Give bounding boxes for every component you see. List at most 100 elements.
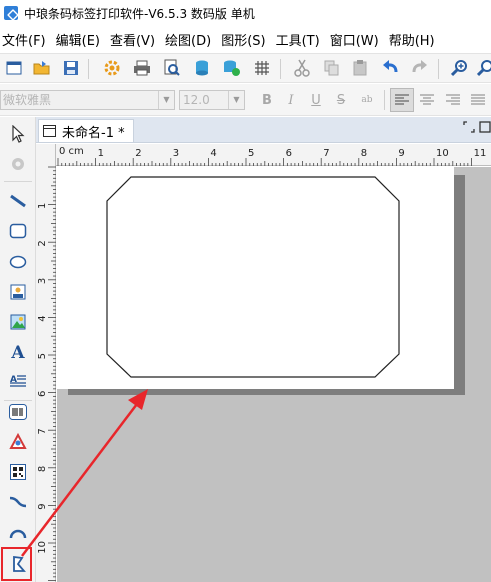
new-icon[interactable] [4, 58, 24, 78]
ruler-label: 7 [37, 428, 48, 434]
triangle-icon[interactable] [6, 430, 30, 454]
picture-icon[interactable] [6, 310, 30, 334]
ruler-label: 4 [37, 315, 48, 321]
ruler-label: 5 [248, 148, 254, 159]
ruler-label: 9 [37, 503, 48, 509]
font-size-value: 12.0 [183, 93, 210, 107]
menu-view[interactable]: 查看(V) [108, 30, 161, 49]
character-spacing-button[interactable]: ab [356, 90, 378, 110]
tab-document[interactable]: 未命名-1 * [38, 119, 134, 142]
ruler-label: 6 [37, 391, 48, 397]
zoom-in-icon[interactable] [450, 58, 470, 78]
redo-icon[interactable] [410, 58, 430, 78]
ruler-label: 3 [37, 278, 48, 284]
window-title: 中琅条码标签打印软件-V6.5.3 数码版 单机 [24, 6, 255, 21]
menu-draw[interactable]: 绘图(D) [163, 30, 217, 49]
strikethrough-button[interactable]: S [330, 90, 352, 110]
database-icon[interactable] [192, 58, 212, 78]
underline-button[interactable]: U [305, 90, 327, 110]
align-right-icon[interactable] [442, 90, 464, 110]
toolbar-separator [88, 59, 89, 79]
open-icon[interactable] [32, 58, 52, 78]
print-preview-icon[interactable] [162, 58, 182, 78]
curve-icon[interactable] [6, 490, 30, 514]
align-justify-icon[interactable] [467, 90, 489, 110]
menu-window[interactable]: 窗口(W) [328, 30, 385, 49]
selected-tool-highlight [1, 547, 32, 581]
ruler-label: 7 [323, 148, 329, 159]
menu-tools[interactable]: 工具(T) [274, 30, 326, 49]
ruler-label: 6 [286, 148, 292, 159]
document-tab-bar: 未命名-1 * [36, 117, 491, 143]
ruler-label: 2 [135, 148, 141, 159]
title-bar: 中琅条码标签打印软件-V6.5.3 数码版 单机 [0, 0, 491, 26]
ruler-label: 11 [474, 148, 487, 159]
toolbar-separator [280, 59, 281, 79]
zoom-out-icon[interactable] [476, 58, 491, 78]
chevron-down-icon[interactable]: ▼ [228, 91, 244, 109]
font-family-select[interactable]: 微软雅黑 ▼ [0, 90, 175, 110]
ruler-label: 3 [173, 148, 179, 159]
settings-icon[interactable] [102, 58, 122, 78]
ruler-label: 10 [37, 541, 48, 554]
ruler-label: 9 [398, 148, 404, 159]
line-icon[interactable] [6, 189, 30, 213]
align-center-icon[interactable] [416, 90, 438, 110]
toolbar-separator [384, 90, 385, 110]
italic-button[interactable]: I [280, 90, 302, 110]
align-left-icon[interactable] [390, 88, 414, 112]
octagon-shape[interactable] [106, 176, 400, 378]
ruler-label: 8 [37, 466, 48, 472]
ruler-unit-label: 0 cm [59, 146, 84, 157]
text-icon[interactable]: A [6, 340, 30, 364]
ellipse-icon[interactable] [6, 250, 30, 274]
format-toolbar: 微软雅黑 ▼ 12.0 ▼ B I U S ab [0, 84, 491, 116]
app-icon [4, 6, 18, 20]
chevron-down-icon[interactable]: ▼ [158, 91, 174, 109]
svg-text:A: A [10, 343, 25, 361]
barcode-icon[interactable] [6, 400, 30, 424]
font-family-value: 微软雅黑 [3, 93, 52, 107]
drawing-toolbar: A A [0, 117, 36, 582]
restore-icon[interactable] [463, 121, 475, 133]
ruler-label: 4 [210, 148, 216, 159]
pointer-icon[interactable] [6, 122, 30, 146]
menu-help[interactable]: 帮助(H) [387, 30, 441, 49]
toolbar-separator [4, 181, 32, 182]
paste-icon[interactable] [350, 58, 370, 78]
document-icon [43, 125, 56, 137]
ruler-label: 2 [37, 240, 48, 246]
menu-edit[interactable]: 编辑(E) [54, 30, 106, 49]
paragraph-icon[interactable]: A [6, 369, 30, 393]
rectangle-icon[interactable] [6, 219, 30, 243]
ruler-label: 5 [37, 353, 48, 359]
menu-shape[interactable]: 图形(S) [219, 30, 271, 49]
window-controls [463, 121, 491, 133]
font-size-select[interactable]: 12.0 ▼ [179, 90, 245, 110]
qrcode-icon[interactable] [6, 460, 30, 484]
print-icon[interactable] [132, 58, 152, 78]
ruler-label: 1 [37, 203, 48, 209]
ruler-label: 8 [361, 148, 367, 159]
menu-file[interactable]: 文件(F) [0, 30, 52, 49]
tab-label: 未命名-1 * [62, 125, 125, 141]
menu-bar: 文件(F) 编辑(E) 查看(V) 绘图(D) 图形(S) 工具(T) 窗口(W… [0, 26, 491, 52]
grid-icon[interactable] [252, 58, 272, 78]
design-canvas[interactable] [57, 167, 491, 582]
vertical-ruler: 1 2 3 4 5 6 7 8 9 10 [36, 144, 56, 582]
image-icon[interactable] [6, 280, 30, 304]
maximize-icon[interactable] [479, 121, 491, 133]
save-icon[interactable] [61, 58, 81, 78]
pan-icon[interactable] [6, 152, 30, 176]
bold-button[interactable]: B [256, 90, 278, 110]
copy-icon[interactable] [322, 58, 342, 78]
ruler-label: 1 [98, 148, 104, 159]
main-toolbar [0, 53, 491, 83]
undo-icon[interactable] [380, 58, 400, 78]
label-page[interactable] [57, 167, 454, 389]
cut-icon[interactable] [292, 58, 312, 78]
arc-icon[interactable] [6, 520, 30, 544]
toolbar-separator [438, 59, 439, 79]
database-settings-icon[interactable] [222, 58, 242, 78]
ruler-label: 10 [436, 148, 449, 159]
